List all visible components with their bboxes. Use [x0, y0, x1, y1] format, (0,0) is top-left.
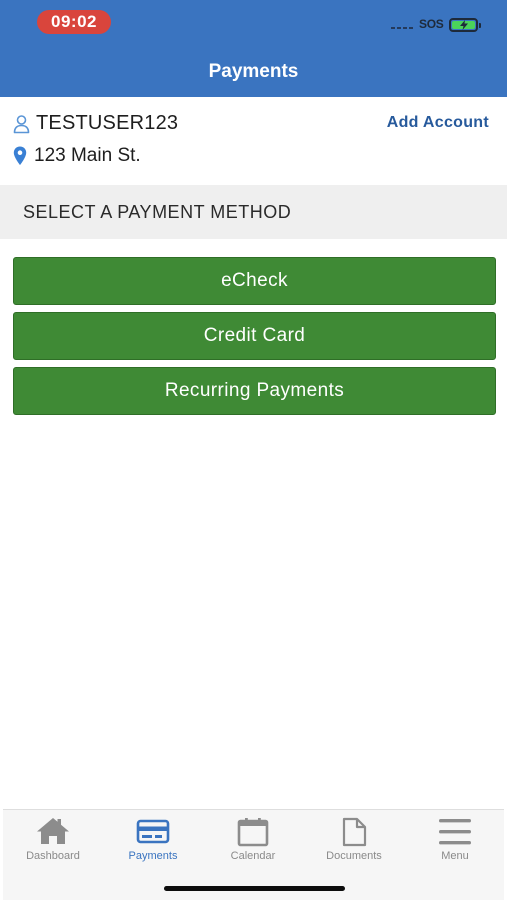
section-header: SELECT A PAYMENT METHOD	[0, 185, 507, 239]
tab-label: Payments	[128, 850, 178, 862]
tab-label: Menu	[441, 850, 469, 862]
echeck-button[interactable]: eCheck	[13, 257, 496, 305]
home-icon	[37, 818, 69, 844]
location-pin-icon	[13, 146, 27, 165]
account-address-row: 123 Main St.	[13, 145, 141, 167]
account-user-row: TESTUSER123	[13, 112, 178, 135]
tab-menu[interactable]: Menu	[405, 810, 505, 870]
status-time: 09:02	[37, 10, 111, 34]
tab-payments[interactable]: Payments	[103, 810, 203, 870]
account-address: 123 Main St.	[34, 145, 141, 166]
add-account-link[interactable]: Add Account	[387, 114, 489, 132]
document-icon	[342, 817, 367, 847]
credit-card-button[interactable]: Credit Card	[13, 312, 496, 360]
cellular-signal-icon	[391, 27, 413, 29]
app-header: 09:02 SOS Payments	[0, 0, 507, 97]
account-username: TESTUSER123	[36, 112, 179, 134]
charging-bolt-icon	[459, 20, 468, 30]
person-icon	[13, 114, 30, 133]
calendar-icon	[237, 818, 269, 847]
tab-label: Dashboard	[26, 850, 80, 862]
hamburger-menu-icon	[439, 819, 471, 845]
tab-dashboard[interactable]: Dashboard	[3, 810, 103, 870]
carrier-label: SOS	[419, 17, 444, 31]
page-title: Payments	[208, 61, 299, 82]
tab-documents[interactable]: Documents	[304, 810, 404, 870]
recurring-payments-button[interactable]: Recurring Payments	[13, 367, 496, 415]
battery-icon	[449, 18, 481, 32]
credit-card-icon	[136, 819, 170, 844]
tab-label: Documents	[326, 850, 382, 862]
tab-label: Calendar	[230, 850, 276, 862]
home-indicator[interactable]	[164, 886, 345, 891]
tab-calendar[interactable]: Calendar	[203, 810, 303, 870]
